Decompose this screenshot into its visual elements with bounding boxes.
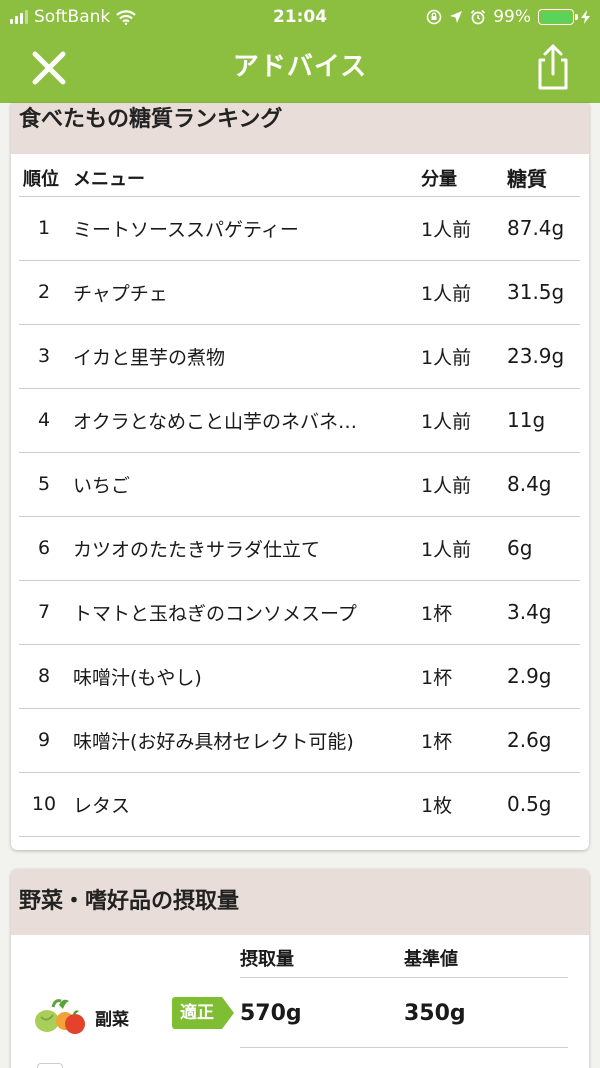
intake-table: 摂取量 基準値 副菜 適正 570g 350g (11, 935, 589, 1068)
row-carbs: 8.4g (507, 452, 580, 517)
row-menu: オクラとなめこと山芋のネバネ… (73, 388, 421, 453)
row-carbs: 2.6g (507, 708, 580, 773)
table-row: 10 レタス 1枚 0.5g (19, 772, 580, 837)
row-rank: 1 (19, 196, 73, 261)
vegetables-icon (35, 999, 85, 1034)
row-menu: ミートソーススパゲティー (73, 196, 421, 261)
intake-card: 野菜・嗜好品の摂取量 摂取量 基準値 副菜 適正 570g 350g (11, 869, 589, 1068)
header-rank: 順位 (19, 158, 73, 197)
row-amount: 1人前 (421, 324, 507, 389)
row-rank: 9 (19, 708, 73, 773)
row-carbs: 3.4g (507, 580, 580, 645)
row-menu: カツオのたたきサラダ仕立て (73, 516, 421, 581)
row-amount: 1杯 (421, 644, 507, 709)
table-row: 3 イカと里芋の煮物 1人前 23.9g (19, 324, 580, 389)
location-icon (450, 11, 463, 23)
row-carbs: 0.5g (507, 772, 580, 837)
row-menu: トマトと玉ねぎのコンソメスープ (73, 580, 421, 645)
header-carbs: 糖質 (507, 158, 580, 197)
row-carbs: 6g (507, 516, 580, 581)
table-row: 2 チャプチェ 1人前 31.5g (19, 260, 580, 325)
table-row: 5 いちご 1人前 8.4g (19, 452, 580, 517)
row-amount: 1人前 (421, 260, 507, 325)
nav-bar: アドバイス (0, 34, 600, 103)
row-menu: イカと里芋の煮物 (73, 324, 421, 389)
table-row: 8 味噌汁(もやし) 1杯 2.9g (19, 644, 580, 709)
row-rank: 6 (19, 516, 73, 581)
table-row: 6 カツオのたたきサラダ仕立て 1人前 6g (19, 516, 580, 581)
row-carbs: 23.9g (507, 324, 580, 389)
side-dish-label: 副菜 (95, 1010, 129, 1030)
page-title: アドバイス (232, 52, 368, 82)
carb-ranking-title: 食べたもの糖質ランキング (11, 103, 589, 154)
row-amount: 1枚 (421, 772, 507, 837)
header-intake: 摂取量 (240, 949, 294, 970)
row-rank: 2 (19, 260, 73, 325)
row-rank: 10 (19, 772, 73, 837)
alarm-icon (471, 9, 486, 25)
status-badge: 適正 (172, 997, 234, 1029)
table-header-row: 順位 メニュー 分量 糖質 (19, 158, 580, 197)
table-row: 4 オクラとなめこと山芋のネバネ… 1人前 11g (19, 388, 580, 453)
row-menu: 味噌汁(お好み具材セレクト可能) (73, 708, 421, 773)
header-amount: 分量 (421, 158, 507, 197)
row-carbs: 11g (507, 388, 580, 453)
table-row: 7 トマトと玉ねぎのコンソメスープ 1杯 3.4g (19, 580, 580, 645)
row-carbs: 31.5g (507, 260, 580, 325)
intake-title: 野菜・嗜好品の摂取量 (11, 869, 589, 935)
top-bar: SoftBank 21:04 99% アドバイス (0, 0, 600, 103)
battery-percent: 99% (493, 7, 531, 27)
row-menu: チャプチェ (73, 260, 421, 325)
row-rank: 8 (19, 644, 73, 709)
divider (240, 1047, 568, 1048)
carb-ranking-table: 順位 メニュー 分量 糖質 1 ミートソーススパゲティー 1人前 87.4g 2… (19, 158, 580, 837)
row-menu: いちご (73, 452, 421, 517)
row-carbs: 2.9g (507, 644, 580, 709)
table-row: 1 ミートソーススパゲティー 1人前 87.4g (19, 196, 580, 261)
header-menu: メニュー (73, 158, 421, 197)
row-rank: 3 (19, 324, 73, 389)
share-icon[interactable] (528, 42, 578, 92)
row-menu: レタス (73, 772, 421, 837)
row-menu: 味噌汁(もやし) (73, 644, 421, 709)
row-amount: 1人前 (421, 516, 507, 581)
row-amount: 1杯 (421, 580, 507, 645)
next-item-icon (37, 1063, 63, 1068)
charging-icon (581, 10, 590, 24)
table-row: 9 味噌汁(お好み具材セレクト可能) 1杯 2.6g (19, 708, 580, 773)
standard-value: 350g (404, 1001, 466, 1026)
battery-icon (538, 9, 578, 25)
orientation-lock-icon (426, 9, 442, 25)
row-carbs: 87.4g (507, 196, 580, 261)
row-rank: 7 (19, 580, 73, 645)
row-amount: 1杯 (421, 708, 507, 773)
row-rank: 5 (19, 452, 73, 517)
intake-value: 570g (240, 1001, 302, 1026)
row-amount: 1人前 (421, 452, 507, 517)
carb-ranking-card: 食べたもの糖質ランキング 順位 メニュー 分量 糖質 1 ミートソーススパゲティ… (11, 103, 589, 850)
status-bar: SoftBank 21:04 99% (0, 0, 600, 34)
header-standard: 基準値 (404, 949, 458, 970)
divider (240, 977, 568, 978)
row-amount: 1人前 (421, 196, 507, 261)
row-rank: 4 (19, 388, 73, 453)
row-amount: 1人前 (421, 388, 507, 453)
